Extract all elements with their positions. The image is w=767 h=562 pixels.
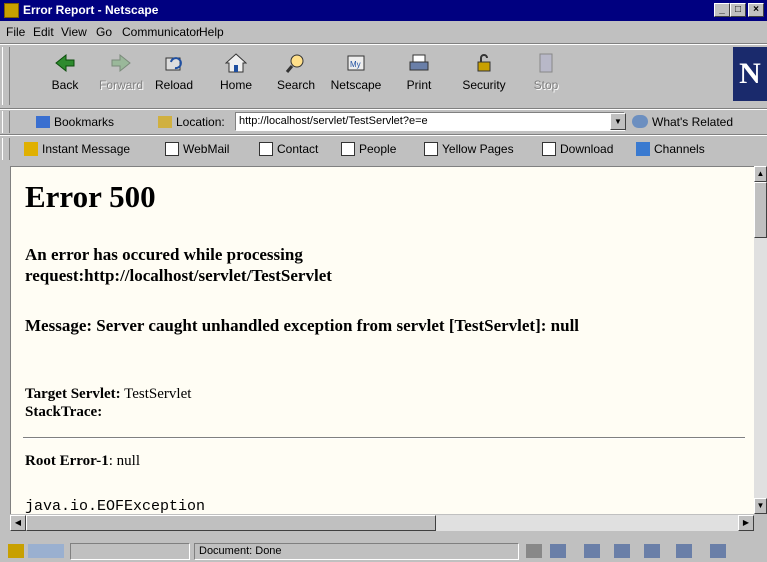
channels-icon bbox=[636, 142, 650, 156]
stop-icon bbox=[539, 53, 553, 73]
reload-icon bbox=[165, 57, 182, 71]
print-button[interactable]: Print bbox=[388, 49, 450, 103]
webmail-button[interactable]: WebMail bbox=[165, 142, 229, 156]
location-label: Location: bbox=[158, 115, 225, 129]
download-button[interactable]: Download bbox=[542, 142, 613, 156]
my-netscape-icon: My bbox=[347, 55, 365, 71]
divider bbox=[23, 437, 745, 439]
bookmarks-icon bbox=[36, 116, 50, 128]
security-status-icon[interactable] bbox=[8, 544, 24, 558]
url-dropdown-button[interactable]: ▼ bbox=[610, 113, 626, 130]
bookmark-page-icon bbox=[424, 142, 438, 156]
progress-panel bbox=[70, 543, 190, 560]
security-button[interactable]: Security bbox=[453, 49, 515, 103]
toolbar-grip[interactable] bbox=[2, 138, 10, 160]
root-error-value: : null bbox=[108, 453, 140, 469]
yellow-pages-button[interactable]: Yellow Pages bbox=[424, 142, 514, 156]
scroll-down-button[interactable]: ▼ bbox=[754, 498, 767, 514]
channels-button[interactable]: Channels bbox=[636, 142, 705, 156]
menu-communicator[interactable]: Communicator bbox=[122, 25, 200, 39]
toolbar-grip[interactable] bbox=[2, 111, 10, 133]
instant-message-button[interactable]: Instant Message bbox=[24, 142, 130, 156]
people-button[interactable]: People bbox=[341, 142, 396, 156]
bookmarks-button[interactable]: Bookmarks bbox=[36, 115, 114, 129]
discussions-icon[interactable] bbox=[614, 544, 630, 558]
connection-status-icon bbox=[28, 544, 64, 558]
status-text: Document: Done bbox=[194, 543, 519, 560]
back-button[interactable]: Back bbox=[34, 49, 96, 103]
separator bbox=[0, 134, 767, 136]
scroll-left-button[interactable]: ◀ bbox=[10, 515, 26, 531]
close-button[interactable]: × bbox=[748, 3, 764, 17]
menu-help[interactable]: Help bbox=[199, 25, 224, 39]
home-icon bbox=[225, 53, 247, 73]
error-message: Message: Server caught unhandled excepti… bbox=[25, 316, 580, 335]
root-error-label: Root Error-1 bbox=[25, 453, 109, 469]
root-error-line: Root Error-1: null bbox=[25, 453, 140, 470]
whats-related-button[interactable]: What's Related bbox=[632, 115, 733, 129]
error-line-1: An error has occured while processing bbox=[25, 245, 303, 264]
composer-icon[interactable] bbox=[644, 544, 660, 558]
page-proxy-icon[interactable] bbox=[158, 116, 172, 128]
mail-icon[interactable] bbox=[584, 544, 600, 558]
status-bar: Document: Done bbox=[0, 540, 767, 562]
svg-text:My: My bbox=[350, 60, 361, 69]
window-title: Error Report - Netscape bbox=[23, 3, 159, 17]
search-button[interactable]: Search bbox=[265, 49, 327, 103]
minimize-button[interactable]: _ bbox=[714, 3, 730, 17]
whats-related-icon bbox=[632, 115, 648, 128]
bookmark-page-icon bbox=[341, 142, 355, 156]
back-arrow-icon bbox=[55, 53, 75, 73]
vertical-scroll-thumb[interactable] bbox=[754, 182, 767, 238]
bookmark-page-icon bbox=[542, 142, 556, 156]
navigation-toolbar: Back Forward Reload Home Search My Netsc… bbox=[0, 45, 767, 108]
scroll-up-button[interactable]: ▲ bbox=[754, 166, 767, 182]
exception-text: java.io.EOFException bbox=[25, 498, 206, 514]
location-toolbar: Bookmarks Location: http://localhost/ser… bbox=[0, 110, 767, 134]
horizontal-scroll-thumb[interactable] bbox=[26, 515, 436, 531]
menu-bar: File Edit View Go Communicator Help bbox=[0, 21, 767, 43]
netscape-button[interactable]: My Netscape bbox=[325, 49, 387, 103]
contact-button[interactable]: Contact bbox=[259, 142, 318, 156]
lock-icon bbox=[477, 54, 491, 72]
instant-message-icon bbox=[24, 142, 38, 156]
netscape-logo[interactable]: N bbox=[733, 47, 767, 101]
reload-button[interactable]: Reload bbox=[143, 49, 205, 103]
bookmark-page-icon bbox=[259, 142, 273, 156]
stacktrace-label: StackTrace: bbox=[25, 404, 103, 420]
personal-toolbar: Instant Message WebMail Contact People Y… bbox=[0, 137, 767, 161]
navigator-icon[interactable] bbox=[550, 544, 566, 558]
page-content[interactable]: Error 500 An error has occured while pro… bbox=[10, 166, 754, 514]
print-icon bbox=[409, 54, 429, 71]
browser-window: Error Report - Netscape _ □ × File Edit … bbox=[0, 0, 767, 562]
target-servlet-line: Target Servlet: TestServlet bbox=[25, 386, 191, 403]
component-bar-icon[interactable] bbox=[526, 544, 542, 558]
target-servlet-label: Target Servlet: bbox=[25, 386, 121, 402]
netscape-app-icon[interactable] bbox=[4, 3, 19, 18]
menu-view[interactable]: View bbox=[61, 25, 87, 39]
page-heading: Error 500 bbox=[25, 179, 156, 214]
error-line-2: request:http://localhost/servlet/TestSer… bbox=[25, 266, 332, 285]
menu-edit[interactable]: Edit bbox=[33, 25, 54, 39]
search-icon bbox=[285, 54, 304, 73]
url-field[interactable]: http://localhost/servlet/TestServlet?e=e bbox=[235, 112, 625, 131]
scroll-right-button[interactable]: ▶ bbox=[738, 515, 754, 531]
vertical-scrollbar[interactable]: ▲ ▼ bbox=[754, 166, 767, 514]
toolbar-grip[interactable] bbox=[2, 47, 10, 105]
checkmark-icon[interactable] bbox=[710, 544, 726, 558]
maximize-button[interactable]: □ bbox=[730, 3, 746, 17]
home-button[interactable]: Home bbox=[205, 49, 267, 103]
title-bar[interactable]: Error Report - Netscape _ □ × bbox=[0, 0, 767, 21]
menu-go[interactable]: Go bbox=[96, 25, 112, 39]
bookmark-page-icon bbox=[165, 142, 179, 156]
horizontal-scrollbar[interactable]: ◀ ▶ bbox=[10, 515, 754, 531]
address-book-icon[interactable] bbox=[676, 544, 692, 558]
stop-button[interactable]: Stop bbox=[515, 49, 577, 103]
target-servlet-value: TestServlet bbox=[124, 386, 192, 402]
forward-arrow-icon bbox=[111, 53, 131, 73]
menu-file[interactable]: File bbox=[6, 25, 25, 39]
